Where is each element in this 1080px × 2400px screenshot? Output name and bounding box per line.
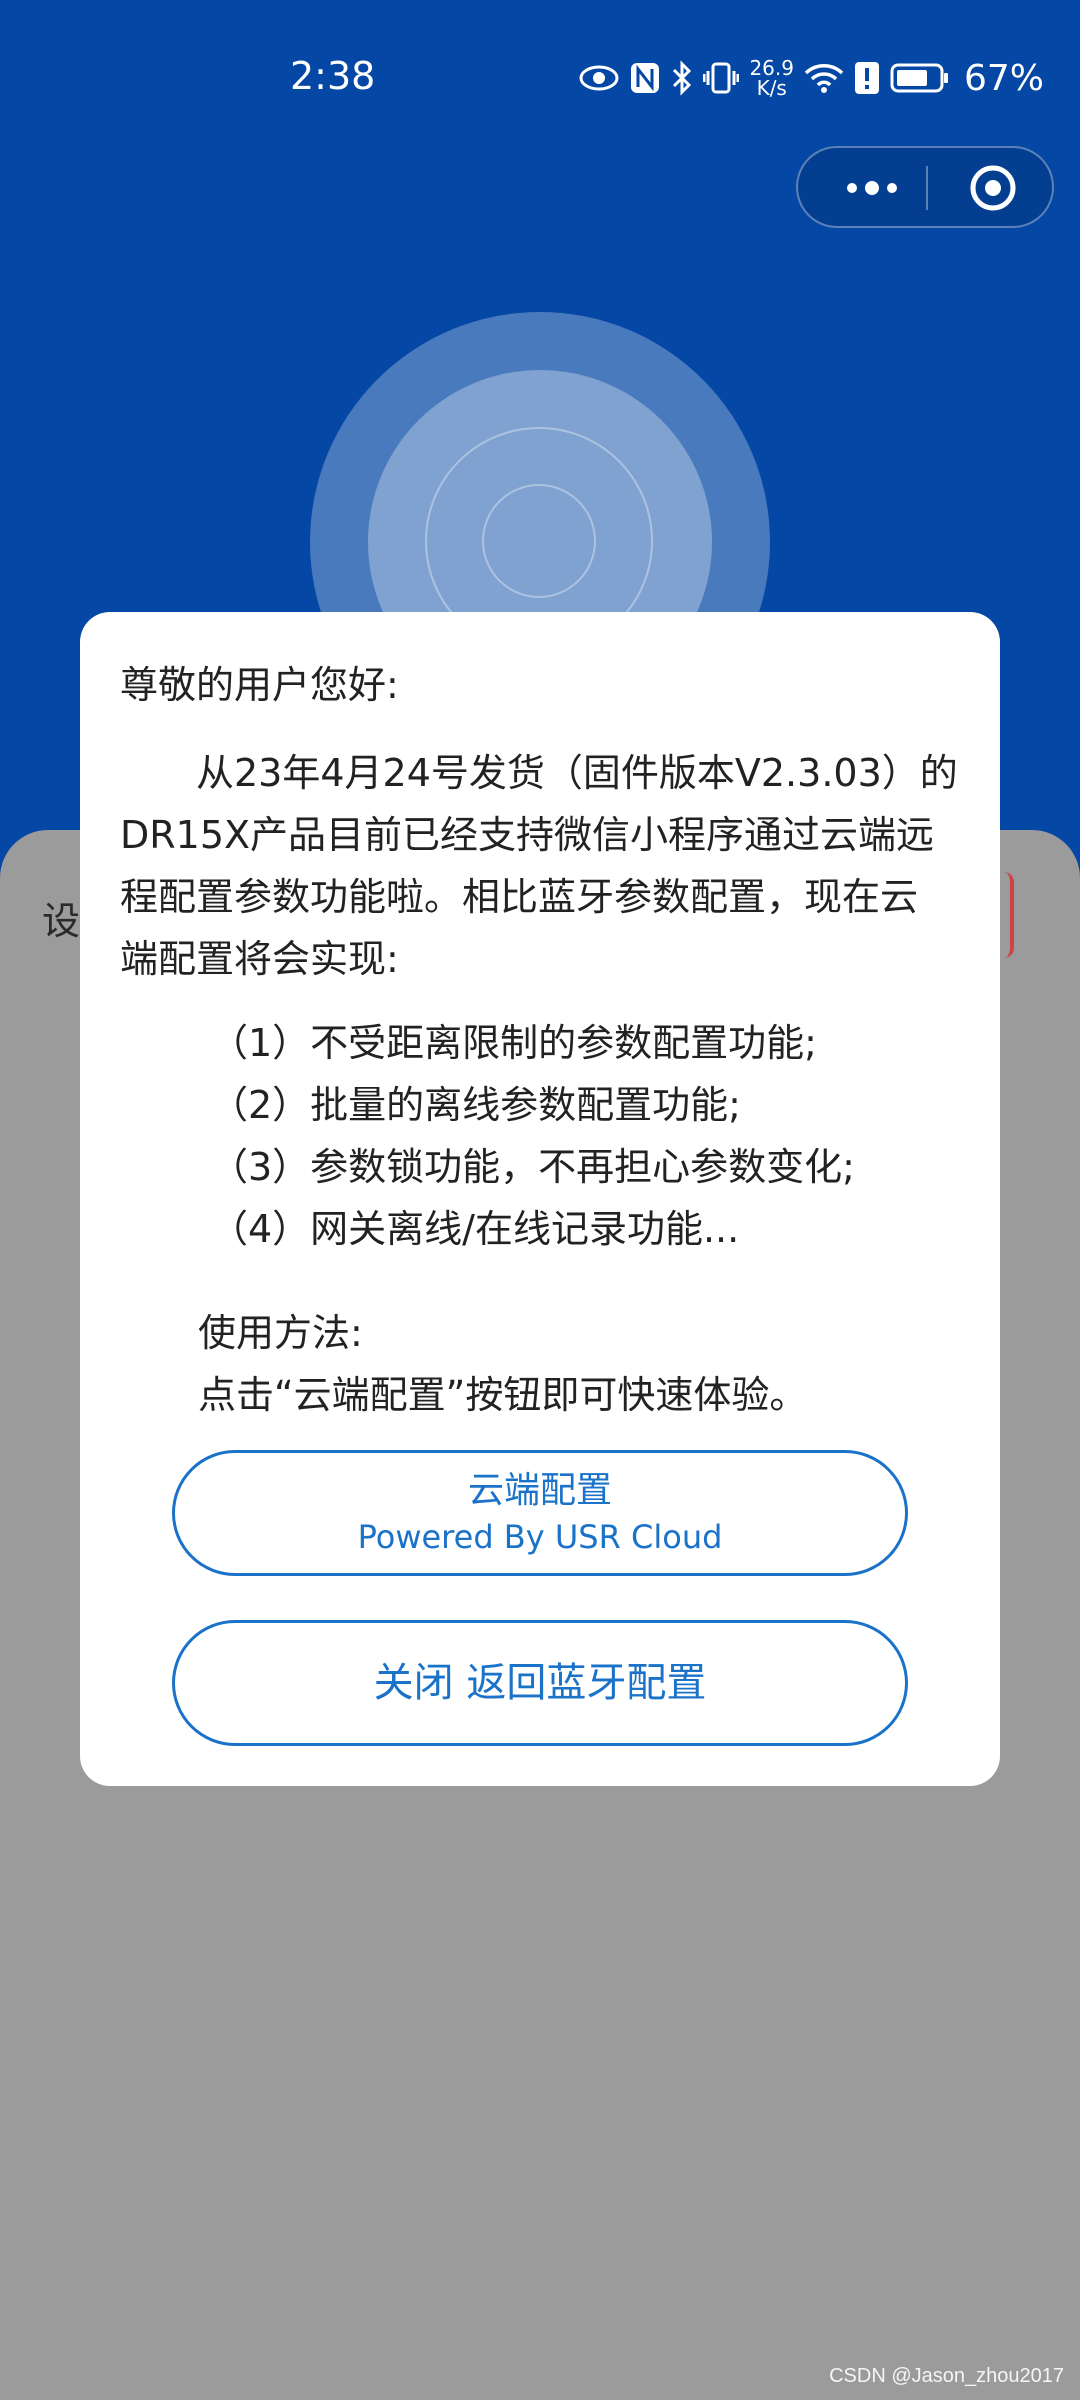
feature-item: （3）参数锁功能，不再担心参数变化; <box>210 1145 855 1189</box>
red-button-edge <box>1000 872 1014 958</box>
settings-label-partial: 设 <box>42 899 81 943</box>
target-close-icon[interactable] <box>948 148 1038 228</box>
nfc-icon <box>629 58 661 98</box>
wifi-icon <box>804 58 844 98</box>
usage-text: 点击“云端配置”按钮即可快速体验。 <box>198 1373 808 1417</box>
radar-ring-inner <box>482 484 596 598</box>
cloud-config-sublabel: Powered By USR Cloud <box>357 1518 723 1556</box>
eye-icon <box>579 58 619 98</box>
paragraph-line: DR15X产品目前已经支持微信小程序通过云端远 <box>120 813 935 857</box>
net-speed-unit: K/s <box>756 76 787 100</box>
bluetooth-icon <box>671 58 693 98</box>
paragraph-line: 从23年4月24号发货（固件版本V2.3.03）的 <box>120 751 958 795</box>
status-icons: 26.9 K/s 67% <box>579 56 1044 100</box>
dialog-paragraph: 从23年4月24号发货（固件版本V2.3.03）的 DR15X产品目前已经支持微… <box>120 742 970 990</box>
network-speed: 26.9 K/s <box>749 58 794 98</box>
dialog-greeting: 尊敬的用户您好: <box>120 663 399 707</box>
battery-percent: 67% <box>963 57 1044 99</box>
feature-list: （1）不受距离限制的参数配置功能; （2）批量的离线参数配置功能; （3）参数锁… <box>210 1012 855 1260</box>
announcement-dialog: 尊敬的用户您好: 从23年4月24号发货（固件版本V2.3.03）的 DR15X… <box>80 612 1000 1786</box>
capsule-divider <box>926 166 928 210</box>
feature-item: （2）批量的离线参数配置功能; <box>210 1083 741 1127</box>
feature-item: （4）网关离线/在线记录功能... <box>210 1207 740 1251</box>
watermark: CSDN @Jason_zhou2017 <box>829 2365 1064 2387</box>
paragraph-line: 程配置参数功能啦。相比蓝牙参数配置，现在云 <box>120 875 919 919</box>
vibrate-icon <box>703 58 740 98</box>
net-speed-value: 26.9 <box>749 56 794 80</box>
close-return-bluetooth-button[interactable]: 关闭 返回蓝牙配置 <box>172 1620 908 1746</box>
cloud-config-label: 云端配置 <box>467 1470 612 1511</box>
battery-icon <box>890 58 950 98</box>
alert-icon <box>854 58 880 98</box>
cloud-config-button[interactable]: 云端配置 Powered By USR Cloud <box>172 1450 908 1576</box>
mini-program-capsule <box>796 146 1054 228</box>
status-bar: 2:38 26.9 K/s 67% <box>0 0 1080 160</box>
status-time: 2:38 <box>290 54 376 98</box>
feature-item: （1）不受距离限制的参数配置功能; <box>210 1021 817 1065</box>
paragraph-line: 端配置将会实现: <box>120 937 399 981</box>
usage-title: 使用方法: <box>198 1311 363 1355</box>
more-dots-icon[interactable] <box>822 148 922 228</box>
